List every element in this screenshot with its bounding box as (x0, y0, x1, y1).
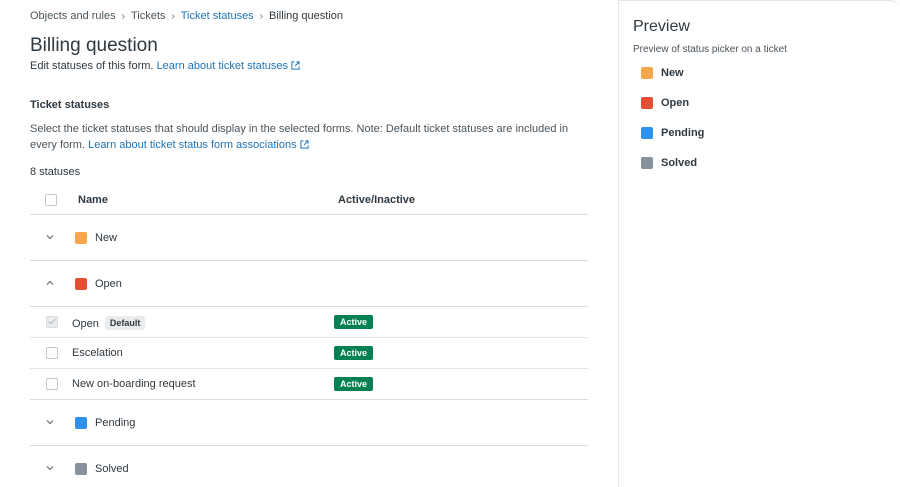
page-subtitle: Edit statuses of this form. Learn about … (30, 60, 300, 72)
status-group-label: Open (95, 278, 122, 290)
chevron-right-icon: › (259, 10, 264, 22)
chevron-right-icon: › (171, 10, 175, 22)
status-count: 8 statuses (30, 166, 81, 178)
learn-form-associations-link-label: Learn about ticket status form associati… (88, 139, 297, 151)
chevron-down-icon[interactable] (45, 463, 55, 473)
section-title: Ticket statuses (30, 99, 110, 111)
preview-subtitle: Preview of status picker on a ticket (633, 44, 787, 55)
status-color-swatch (641, 67, 653, 79)
table-header: Name Active/Inactive (30, 184, 588, 215)
status-color-swatch (641, 97, 653, 109)
status-color-swatch (641, 157, 653, 169)
main-panel: Objects and rules › Tickets › Ticket sta… (0, 0, 618, 487)
table-row: New on-boarding request Active (30, 369, 588, 400)
chevron-right-icon: › (121, 10, 125, 22)
external-link-icon (299, 140, 309, 149)
status-checkbox[interactable] (46, 378, 58, 390)
status-name: Open Default (72, 316, 146, 330)
preview-status-label: New (661, 67, 684, 79)
breadcrumb-ticket-statuses[interactable]: Ticket statuses (181, 10, 254, 22)
status-color-swatch (75, 278, 87, 290)
subtitle-text: Edit statuses of this form. (30, 60, 154, 72)
breadcrumb-objects-and-rules[interactable]: Objects and rules (30, 10, 116, 22)
status-checkbox[interactable] (46, 347, 58, 359)
table-row: Escelation Active (30, 338, 588, 369)
status-checkbox-disabled (46, 316, 58, 328)
status-group-open[interactable]: Open (30, 261, 588, 307)
breadcrumb-current: Billing question (269, 10, 344, 22)
status-color-swatch (75, 232, 87, 244)
status-group-label: Pending (95, 417, 136, 429)
status-name-text: Open (72, 318, 99, 330)
section-description: Select the ticket statuses that should d… (30, 121, 595, 153)
page-title: Billing question (30, 35, 158, 56)
chevron-up-icon[interactable] (45, 278, 55, 288)
chevron-down-icon[interactable] (45, 232, 55, 242)
status-color-swatch (641, 127, 653, 139)
breadcrumb-tickets[interactable]: Tickets (131, 10, 165, 22)
status-color-swatch (75, 463, 87, 475)
learn-ticket-statuses-link-label: Learn about ticket statuses (156, 60, 289, 72)
status-group-new[interactable]: New (30, 215, 588, 261)
external-link-icon (291, 61, 300, 70)
preview-status-label: Open (661, 97, 690, 109)
table-row: Open Default Active (30, 307, 588, 338)
breadcrumb: Objects and rules › Tickets › Ticket sta… (30, 10, 343, 22)
column-header-name: Name (78, 194, 108, 206)
preview-status-label: Pending (661, 127, 705, 139)
status-name: Escelation (72, 347, 123, 359)
active-badge: Active (334, 346, 374, 360)
active-badge: Active (334, 315, 374, 329)
status-name: New on-boarding request (72, 378, 196, 390)
status-group-label: New (95, 232, 118, 244)
column-header-active: Active/Inactive (338, 194, 416, 206)
status-group-pending[interactable]: Pending (30, 400, 588, 446)
default-tag: Default (104, 316, 146, 330)
status-group-solved[interactable]: Solved (30, 446, 588, 487)
active-badge: Active (334, 377, 374, 391)
learn-ticket-statuses-link[interactable]: Learn about ticket statuses (157, 60, 300, 72)
learn-form-associations-link[interactable]: Learn about ticket status form associati… (88, 139, 309, 151)
preview-panel: Preview Preview of status picker on a ti… (618, 0, 900, 487)
status-color-swatch (75, 417, 87, 429)
preview-title: Preview (633, 18, 690, 35)
chevron-down-icon[interactable] (45, 417, 55, 427)
select-all-checkbox[interactable] (45, 194, 57, 206)
preview-status-label: Solved (661, 157, 698, 169)
status-group-label: Solved (95, 463, 129, 475)
statuses-table: Name Active/Inactive New Open Open Defaul… (30, 184, 588, 487)
